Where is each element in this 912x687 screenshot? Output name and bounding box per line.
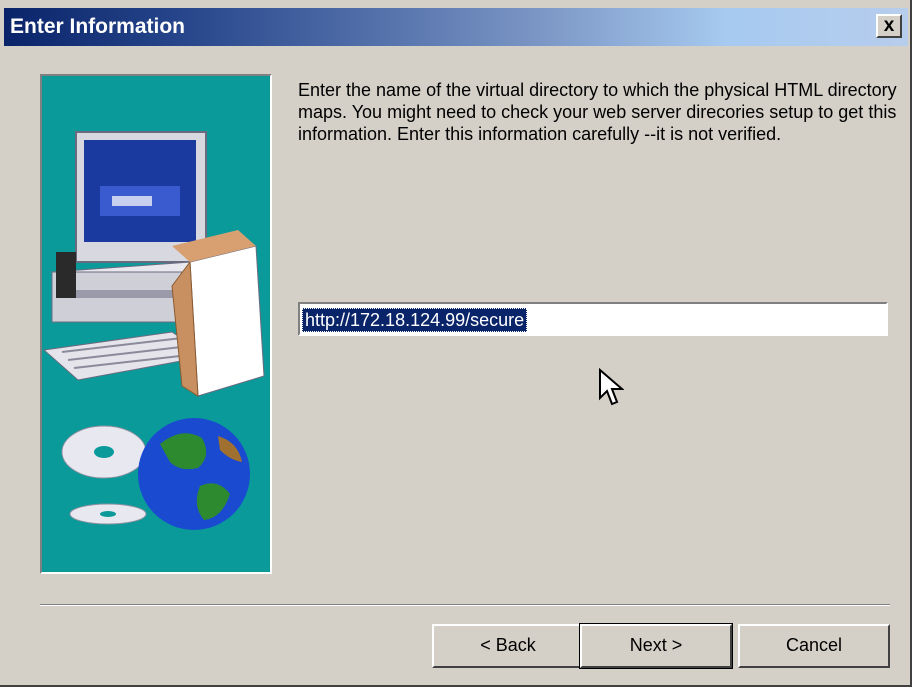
button-separator bbox=[40, 604, 890, 606]
dialog-body: Enter the name of the virtual directory … bbox=[4, 46, 908, 683]
virtual-directory-input[interactable]: http://172.18.124.99/secure bbox=[298, 302, 888, 336]
computer-cd-globe-illustration bbox=[42, 131, 265, 530]
cancel-button[interactable]: Cancel bbox=[738, 624, 890, 668]
title-bar[interactable]: Enter Information x bbox=[4, 8, 908, 46]
close-button[interactable]: x bbox=[876, 14, 902, 38]
next-button[interactable]: Next > bbox=[580, 624, 732, 668]
instruction-text: Enter the name of the virtual directory … bbox=[298, 80, 897, 144]
back-button[interactable]: < Back bbox=[432, 624, 584, 668]
enter-information-dialog: Enter Information x Enter the name of th… bbox=[0, 0, 912, 687]
window-title: Enter Information bbox=[10, 15, 186, 38]
wizard-illustration bbox=[40, 74, 272, 574]
mouse-pointer-icon bbox=[599, 368, 624, 406]
close-icon: x bbox=[883, 15, 895, 36]
url-value: http://172.18.124.99/secure bbox=[302, 308, 528, 332]
